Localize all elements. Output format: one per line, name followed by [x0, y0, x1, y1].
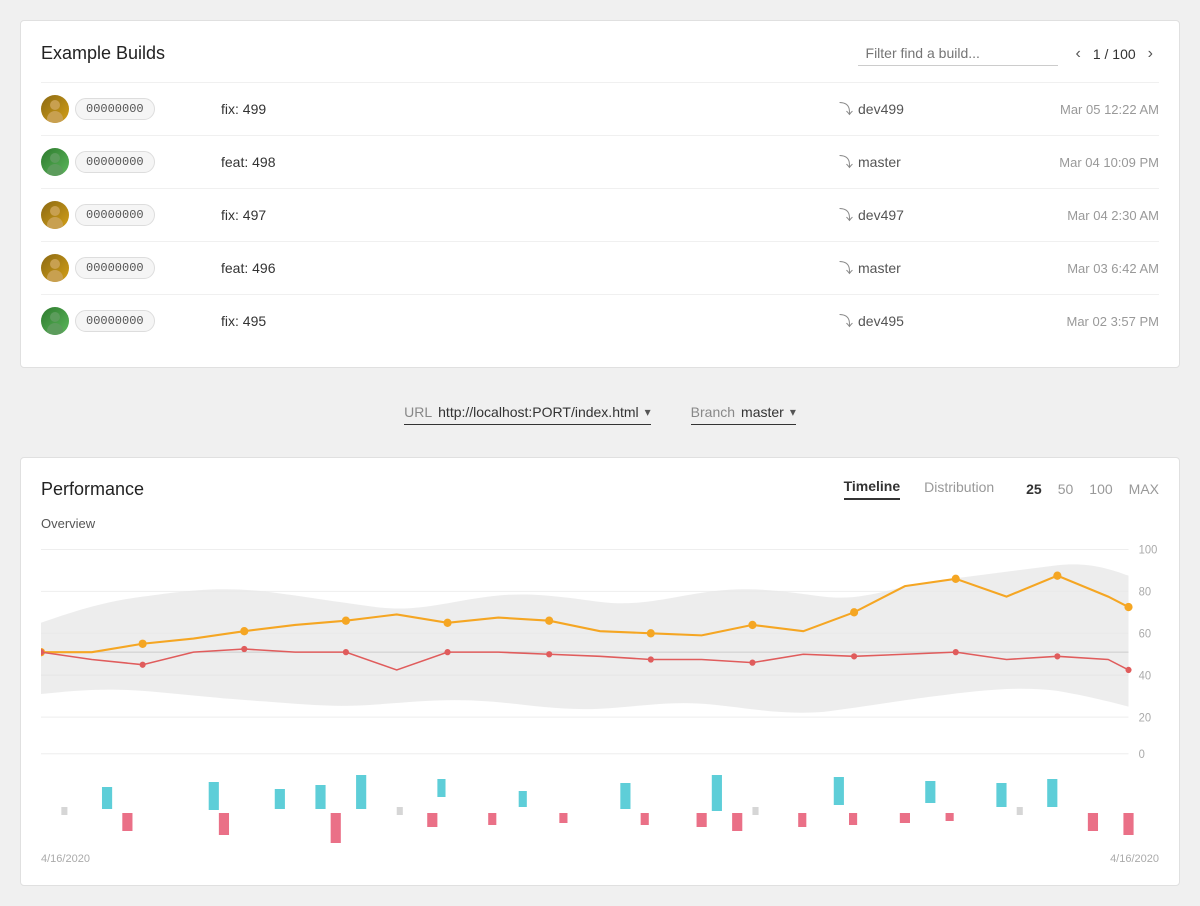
branch-icon: ⤵: [839, 311, 853, 331]
url-selector-arrow: ▾: [645, 405, 651, 419]
avatar: [41, 307, 69, 335]
build-branch: ⤵ dev497: [839, 205, 999, 225]
avatar-img: [41, 95, 69, 123]
build-avatar-hash-1: 00000000: [41, 95, 221, 123]
branch-icon: ⤵: [839, 205, 853, 225]
date-end: 4/16/2020: [1110, 853, 1159, 865]
build-branch: ⤵ master: [839, 152, 999, 172]
hash-badge: 00000000: [75, 257, 155, 279]
url-selector[interactable]: URL http://localhost:PORT/index.html ▾: [404, 404, 651, 425]
builds-section: Example Builds ‹ 1 / 100 ›: [20, 20, 1180, 368]
build-message: fix: 497: [221, 207, 839, 223]
table-row[interactable]: 00000000 fix: 497 ⤵ dev497 Mar 04 2:30 A…: [41, 188, 1159, 241]
build-message: fix: 495: [221, 313, 839, 329]
tab-distribution[interactable]: Distribution: [924, 479, 994, 499]
perf-num-50[interactable]: 50: [1058, 481, 1074, 497]
table-row[interactable]: 00000000 feat: 496 ⤵ master Mar 03 6:42 …: [41, 241, 1159, 294]
hash-badge: 00000000: [75, 204, 155, 226]
filter-input[interactable]: [858, 41, 1058, 66]
pagination: ‹ 1 / 100 ›: [1070, 43, 1159, 65]
table-row[interactable]: 00000000 fix: 499 ⤵ dev499 Mar 05 12:22 …: [41, 82, 1159, 135]
pagination-next-button[interactable]: ›: [1142, 43, 1159, 65]
builds-filter-area: ‹ 1 / 100 ›: [858, 41, 1159, 66]
branch-selector-value: master: [741, 404, 784, 420]
svg-text:100: 100: [1139, 545, 1158, 557]
page-container: Example Builds ‹ 1 / 100 ›: [20, 20, 1180, 886]
branch-name: master: [858, 154, 901, 170]
branch-name: master: [858, 260, 901, 276]
builds-title: Example Builds: [41, 43, 165, 64]
build-date: Mar 05 12:22 AM: [999, 102, 1159, 117]
hash-badge: 00000000: [75, 310, 155, 332]
branch-selector-arrow: ▾: [790, 405, 796, 419]
line-chart-container: 100 80 60 40 20 0: [41, 539, 1159, 759]
build-branch: ⤵ dev495: [839, 311, 999, 331]
performance-header: Performance Timeline Distribution 25 50 …: [41, 478, 1159, 500]
avatar: [41, 201, 69, 229]
avatar-img: [41, 148, 69, 176]
avatar-img: [41, 254, 69, 282]
date-labels: 4/16/2020 4/16/2020: [41, 853, 1159, 865]
build-date: Mar 03 6:42 AM: [999, 261, 1159, 276]
hash-badge: 00000000: [75, 98, 155, 120]
branch-icon: ⤵: [839, 99, 853, 119]
build-branch: ⤵ master: [839, 258, 999, 278]
tab-timeline[interactable]: Timeline: [844, 478, 901, 500]
avatar-img: [41, 201, 69, 229]
builds-header: Example Builds ‹ 1 / 100 ›: [41, 41, 1159, 66]
url-selector-value: http://localhost:PORT/index.html: [438, 404, 639, 420]
avatar: [41, 254, 69, 282]
url-selector-label: URL: [404, 404, 432, 420]
pagination-prev-button[interactable]: ‹: [1070, 43, 1087, 65]
avatar-img: [41, 307, 69, 335]
build-avatar-hash-3: 00000000: [41, 201, 221, 229]
branch-selector-label: Branch: [691, 404, 735, 420]
svg-text:40: 40: [1139, 670, 1151, 682]
branch-name: dev497: [858, 207, 904, 223]
builds-list: 00000000 fix: 499 ⤵ dev499 Mar 05 12:22 …: [41, 82, 1159, 347]
perf-num-max[interactable]: MAX: [1129, 481, 1159, 497]
build-message: fix: 499: [221, 101, 839, 117]
branch-name: dev499: [858, 101, 904, 117]
branch-icon: ⤵: [839, 152, 853, 172]
overview-label: Overview: [41, 516, 1159, 531]
build-avatar-hash-5: 00000000: [41, 307, 221, 335]
svg-text:60: 60: [1139, 628, 1151, 640]
branch-selector[interactable]: Branch master ▾: [691, 404, 796, 425]
build-avatar-hash-4: 00000000: [41, 254, 221, 282]
line-chart-svg: 100 80 60 40 20 0: [41, 539, 1159, 759]
perf-num-100[interactable]: 100: [1089, 481, 1112, 497]
performance-title: Performance: [41, 479, 144, 500]
branch-icon: ⤵: [839, 258, 853, 278]
svg-text:20: 20: [1139, 712, 1151, 724]
build-message: feat: 498: [221, 154, 839, 170]
date-start: 4/16/2020: [41, 853, 90, 865]
svg-text:0: 0: [1139, 749, 1145, 759]
perf-numbers: 25 50 100 MAX: [1026, 481, 1159, 497]
selectors-bar: URL http://localhost:PORT/index.html ▾ B…: [20, 388, 1180, 441]
performance-section: Performance Timeline Distribution 25 50 …: [20, 457, 1180, 886]
perf-num-25[interactable]: 25: [1026, 481, 1042, 497]
pagination-display: 1 / 100: [1093, 46, 1136, 62]
bar-chart-container: [41, 767, 1159, 847]
build-branch: ⤵ dev499: [839, 99, 999, 119]
build-avatar-hash-2: 00000000: [41, 148, 221, 176]
build-date: Mar 02 3:57 PM: [999, 314, 1159, 329]
bar-chart-svg: [41, 767, 1159, 847]
branch-name: dev495: [858, 313, 904, 329]
avatar: [41, 148, 69, 176]
build-message: feat: 496: [221, 260, 839, 276]
build-date: Mar 04 10:09 PM: [999, 155, 1159, 170]
svg-text:80: 80: [1139, 586, 1151, 598]
hash-badge: 00000000: [75, 151, 155, 173]
perf-tabs: Timeline Distribution: [844, 478, 995, 500]
table-row[interactable]: 00000000 fix: 495 ⤵ dev495 Mar 02 3:57 P…: [41, 294, 1159, 347]
table-row[interactable]: 00000000 feat: 498 ⤵ master Mar 04 10:09…: [41, 135, 1159, 188]
avatar: [41, 95, 69, 123]
build-date: Mar 04 2:30 AM: [999, 208, 1159, 223]
